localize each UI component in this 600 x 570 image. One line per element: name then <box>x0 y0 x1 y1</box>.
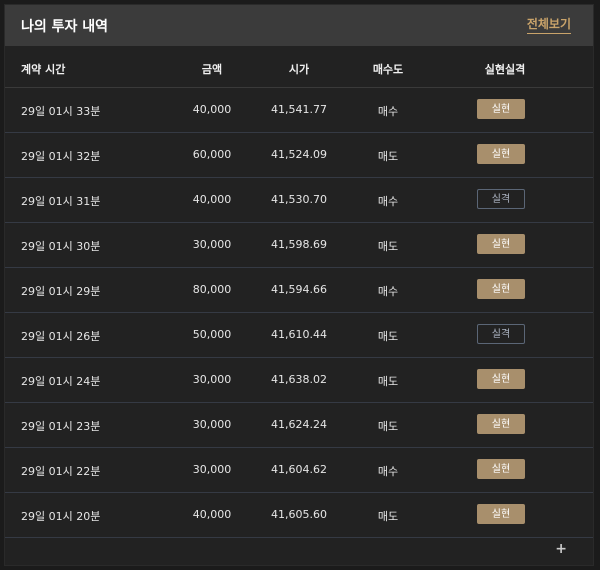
row-time: 29일 01시 31분 <box>21 195 101 208</box>
result-button[interactable]: 실현 <box>477 369 525 389</box>
table-row: 29일 01시 33분 40,000 41,541.77 매수 실현 <box>5 88 593 133</box>
row-side: 매도 <box>377 375 399 388</box>
result-button[interactable]: 실격 <box>477 189 525 209</box>
row-amount: 40,000 <box>192 193 232 206</box>
result-button[interactable]: 실현 <box>477 414 525 434</box>
table-row: 29일 01시 29분 80,000 41,594.66 매수 실현 <box>5 268 593 313</box>
row-amount: 60,000 <box>192 148 232 161</box>
result-button[interactable]: 실현 <box>477 99 525 119</box>
result-button[interactable]: 실현 <box>477 279 525 299</box>
column-header-amount: 금액 <box>201 63 223 76</box>
table-row: 29일 01시 31분 40,000 41,530.70 매수 실격 <box>5 178 593 223</box>
row-side: 매도 <box>377 510 399 523</box>
table-row: 29일 01시 30분 30,000 41,598.69 매도 실현 <box>5 223 593 268</box>
row-price: 41,530.70 <box>271 193 327 206</box>
table-row: 29일 01시 20분 40,000 41,605.60 매도 실현 <box>5 493 593 538</box>
panel-title: 나의 투자 내역 <box>21 19 109 35</box>
row-price: 41,638.02 <box>271 373 327 386</box>
panel-header: 나의 투자 내역 전체보기 <box>5 5 593 46</box>
view-all-link[interactable]: 전체보기 <box>526 15 571 34</box>
row-amount: 30,000 <box>192 463 232 476</box>
row-amount: 40,000 <box>192 508 232 521</box>
row-amount: 80,000 <box>192 283 232 296</box>
load-more-plus-icon[interactable]: + <box>555 541 567 557</box>
table-header: 계약 시간 금액 시가 매수도 실현실격 <box>5 46 593 88</box>
row-amount: 40,000 <box>192 103 232 116</box>
result-button[interactable]: 실현 <box>477 504 525 524</box>
result-button[interactable]: 실현 <box>477 144 525 164</box>
row-amount: 50,000 <box>192 328 232 341</box>
table-row: 29일 01시 22분 30,000 41,604.62 매수 실현 <box>5 448 593 493</box>
column-header-result: 실현실격 <box>484 63 526 76</box>
table-row: 29일 01시 32분 60,000 41,524.09 매도 실현 <box>5 133 593 178</box>
row-side: 매도 <box>377 330 399 343</box>
row-time: 29일 01시 23분 <box>21 420 101 433</box>
column-header-time: 계약 시간 <box>21 63 66 76</box>
row-price: 41,604.62 <box>271 463 327 476</box>
row-amount: 30,000 <box>192 418 232 431</box>
row-time: 29일 01시 29분 <box>21 285 101 298</box>
result-button[interactable]: 실현 <box>477 459 525 479</box>
row-price: 41,598.69 <box>271 238 327 251</box>
investment-history-panel: 나의 투자 내역 전체보기 계약 시간 금액 시가 매수도 실현실격 29일 0… <box>4 4 594 566</box>
row-time: 29일 01시 20분 <box>21 510 101 523</box>
row-price: 41,541.77 <box>271 103 327 116</box>
table-row: 29일 01시 23분 30,000 41,624.24 매도 실현 <box>5 403 593 448</box>
row-time: 29일 01시 33분 <box>21 105 101 118</box>
row-time: 29일 01시 22분 <box>21 465 101 478</box>
table-body: 29일 01시 33분 40,000 41,541.77 매수 실현 29일 0… <box>5 88 593 538</box>
row-time: 29일 01시 24분 <box>21 375 101 388</box>
row-side: 매도 <box>377 420 399 433</box>
row-side: 매수 <box>377 195 399 208</box>
column-header-side: 매수도 <box>372 63 404 76</box>
row-price: 41,610.44 <box>271 328 327 341</box>
row-price: 41,624.24 <box>271 418 327 431</box>
row-side: 매수 <box>377 285 399 298</box>
result-button[interactable]: 실현 <box>477 234 525 254</box>
row-side: 매도 <box>377 240 399 253</box>
row-price: 41,594.66 <box>271 283 327 296</box>
row-side: 매수 <box>377 465 399 478</box>
column-header-price: 시가 <box>288 63 310 76</box>
row-time: 29일 01시 32분 <box>21 150 101 163</box>
row-side: 매수 <box>377 105 399 118</box>
row-amount: 30,000 <box>192 373 232 386</box>
row-side: 매도 <box>377 150 399 163</box>
table-row: 29일 01시 26분 50,000 41,610.44 매도 실격 <box>5 313 593 358</box>
row-time: 29일 01시 26분 <box>21 330 101 343</box>
row-price: 41,524.09 <box>271 148 327 161</box>
row-price: 41,605.60 <box>271 508 327 521</box>
table-row: 29일 01시 24분 30,000 41,638.02 매도 실현 <box>5 358 593 403</box>
result-button[interactable]: 실격 <box>477 324 525 344</box>
row-amount: 30,000 <box>192 238 232 251</box>
row-time: 29일 01시 30분 <box>21 240 101 253</box>
